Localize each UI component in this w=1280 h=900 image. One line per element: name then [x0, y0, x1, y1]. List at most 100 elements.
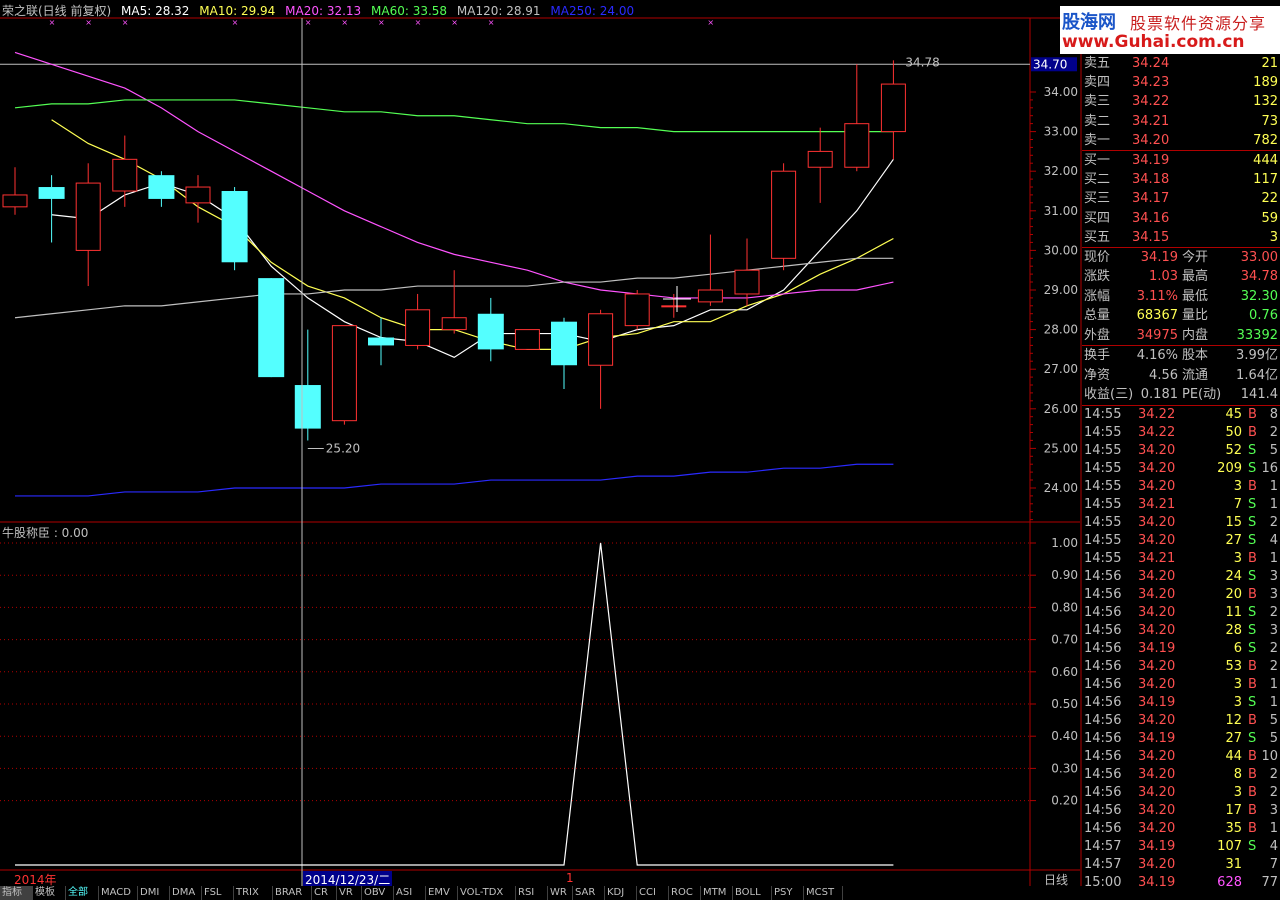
- ask-row: 卖二 34.21 73: [1082, 112, 1280, 131]
- tab-kdj[interactable]: KDJ: [605, 886, 637, 900]
- tick-price: 34.20: [1138, 586, 1176, 602]
- tab-dmi[interactable]: DMI: [138, 886, 170, 900]
- tick-side: B: [1248, 802, 1257, 818]
- indicator-tick-label: 0.30: [1051, 761, 1078, 775]
- candle-body-down: [258, 278, 285, 378]
- tab-mtm[interactable]: MTM: [701, 886, 733, 900]
- tick-price: 34.20: [1138, 442, 1176, 458]
- current-price-label: 34.70: [1033, 57, 1067, 71]
- tick-volume: 6: [1233, 640, 1242, 656]
- tick-row: 14:57 34.19 107 S 4: [1082, 838, 1280, 856]
- tick-time: 14:55: [1084, 496, 1122, 512]
- tick-side: S: [1248, 730, 1257, 746]
- low-annotation: 25.20: [326, 441, 360, 455]
- tab-brar[interactable]: BRAR: [273, 886, 312, 900]
- tick-time: 14:57: [1084, 856, 1122, 872]
- tick-side: B: [1248, 424, 1257, 440]
- tick-count: 1: [1269, 676, 1278, 692]
- bid-price: 34.17: [1132, 191, 1170, 207]
- tick-side: S: [1248, 460, 1257, 476]
- quote-label: 总量: [1084, 308, 1111, 324]
- candle-body-up: [771, 170, 797, 259]
- ma-line-ma60: [14, 99, 894, 133]
- tick-time: 14:56: [1084, 730, 1122, 746]
- y-tick-label: 32.00: [1044, 164, 1078, 178]
- ma60-label: MA60: 33.58: [371, 4, 448, 18]
- tab-roc[interactable]: ROC: [669, 886, 701, 900]
- tab-obv[interactable]: OBV: [362, 886, 394, 900]
- tab-dma[interactable]: DMA: [170, 886, 202, 900]
- tick-price: 34.19: [1138, 640, 1176, 656]
- tick-price: 34.22: [1138, 424, 1176, 440]
- tick-row: 14:55 34.20 27 S 4: [1082, 532, 1280, 550]
- ma5-label: MA5: 28.32: [121, 4, 190, 18]
- tab-vol-tdx[interactable]: VOL-TDX: [458, 886, 516, 900]
- tick-row: 14:56 34.20 3 B 2: [1082, 784, 1280, 802]
- tab-全部[interactable]: 全部: [66, 886, 99, 900]
- bid-label: 买一: [1084, 152, 1111, 168]
- fund-label: 收益(三): [1084, 387, 1134, 403]
- tick-volume: 27: [1225, 730, 1242, 746]
- tab-macd[interactable]: MACD: [99, 886, 138, 900]
- tick-count: 2: [1269, 514, 1278, 530]
- candle-body-up: [2, 194, 28, 208]
- tab-模板[interactable]: 模板: [33, 886, 66, 900]
- candle-body-down: [221, 191, 248, 263]
- tab-emv[interactable]: EMV: [426, 886, 458, 900]
- y-tick-label: 30.00: [1044, 243, 1078, 257]
- tick-volume: 17: [1225, 802, 1242, 818]
- ask-price: 34.23: [1132, 75, 1170, 91]
- tick-volume: 35: [1225, 820, 1242, 836]
- tab-fsl[interactable]: FSL: [202, 886, 234, 900]
- tab-psy[interactable]: PSY: [772, 886, 804, 900]
- tick-row: 14:56 34.20 20 B 3: [1082, 586, 1280, 604]
- tab-trix[interactable]: TRIX: [234, 886, 273, 900]
- quote-row: 现价 34.19 今开 33.00: [1082, 248, 1280, 268]
- y-tick-label: 33.00: [1044, 125, 1078, 139]
- month-label: 1: [566, 871, 574, 885]
- tab-sar[interactable]: SAR: [573, 886, 605, 900]
- tick-count: 3: [1269, 568, 1278, 584]
- ask-label: 卖三: [1084, 94, 1111, 110]
- tab-boll[interactable]: BOLL: [733, 886, 772, 900]
- tab-wr[interactable]: WR: [548, 886, 573, 900]
- ask-price: 34.24: [1132, 56, 1170, 71]
- candle-body-up: [844, 123, 870, 168]
- tick-row: 14:55 34.20 52 S 5: [1082, 442, 1280, 460]
- tab-cci[interactable]: CCI: [637, 886, 669, 900]
- ask-price: 34.22: [1132, 94, 1170, 110]
- y-tick-label: 29.00: [1044, 283, 1078, 297]
- tab-asi[interactable]: ASI: [394, 886, 426, 900]
- tick-time: 14:55: [1084, 532, 1122, 548]
- signal-marker: ×: [49, 18, 56, 27]
- tick-volume: 3: [1233, 676, 1242, 692]
- quote-label: 最高: [1182, 269, 1209, 285]
- candle-body-up: [734, 269, 760, 295]
- ask-volume: 73: [1261, 113, 1278, 129]
- bid-price: 34.18: [1132, 172, 1170, 188]
- tab-指标[interactable]: 指标: [0, 886, 33, 900]
- tick-time: 14:56: [1084, 694, 1122, 710]
- tick-volume: 3: [1233, 784, 1242, 800]
- candle-body-up: [441, 317, 467, 331]
- tick-side: B: [1248, 658, 1257, 674]
- tick-row: 14:56 34.20 35 B 1: [1082, 820, 1280, 838]
- fund-label: 净资: [1084, 367, 1111, 383]
- tick-price: 34.20: [1138, 514, 1176, 530]
- tab-vr[interactable]: VR: [337, 886, 362, 900]
- y-tick-label: 34.00: [1044, 85, 1078, 99]
- tab-mcst[interactable]: MCST: [804, 886, 843, 900]
- fund-value: 141.4: [1240, 387, 1278, 403]
- quote-value: 34.19: [1140, 249, 1178, 265]
- candle-body-up: [331, 325, 357, 422]
- ask-label: 卖五: [1084, 56, 1111, 71]
- ask-volume: 782: [1253, 132, 1278, 148]
- tab-cr[interactable]: CR: [312, 886, 337, 900]
- tick-time: 14:55: [1084, 406, 1122, 422]
- tick-time: 14:55: [1084, 424, 1122, 440]
- tab-rsi[interactable]: RSI: [516, 886, 548, 900]
- bid-volume: 22: [1261, 191, 1278, 207]
- tick-count: 7: [1269, 856, 1278, 872]
- tick-price: 34.22: [1138, 406, 1176, 422]
- bid-volume: 59: [1261, 210, 1278, 226]
